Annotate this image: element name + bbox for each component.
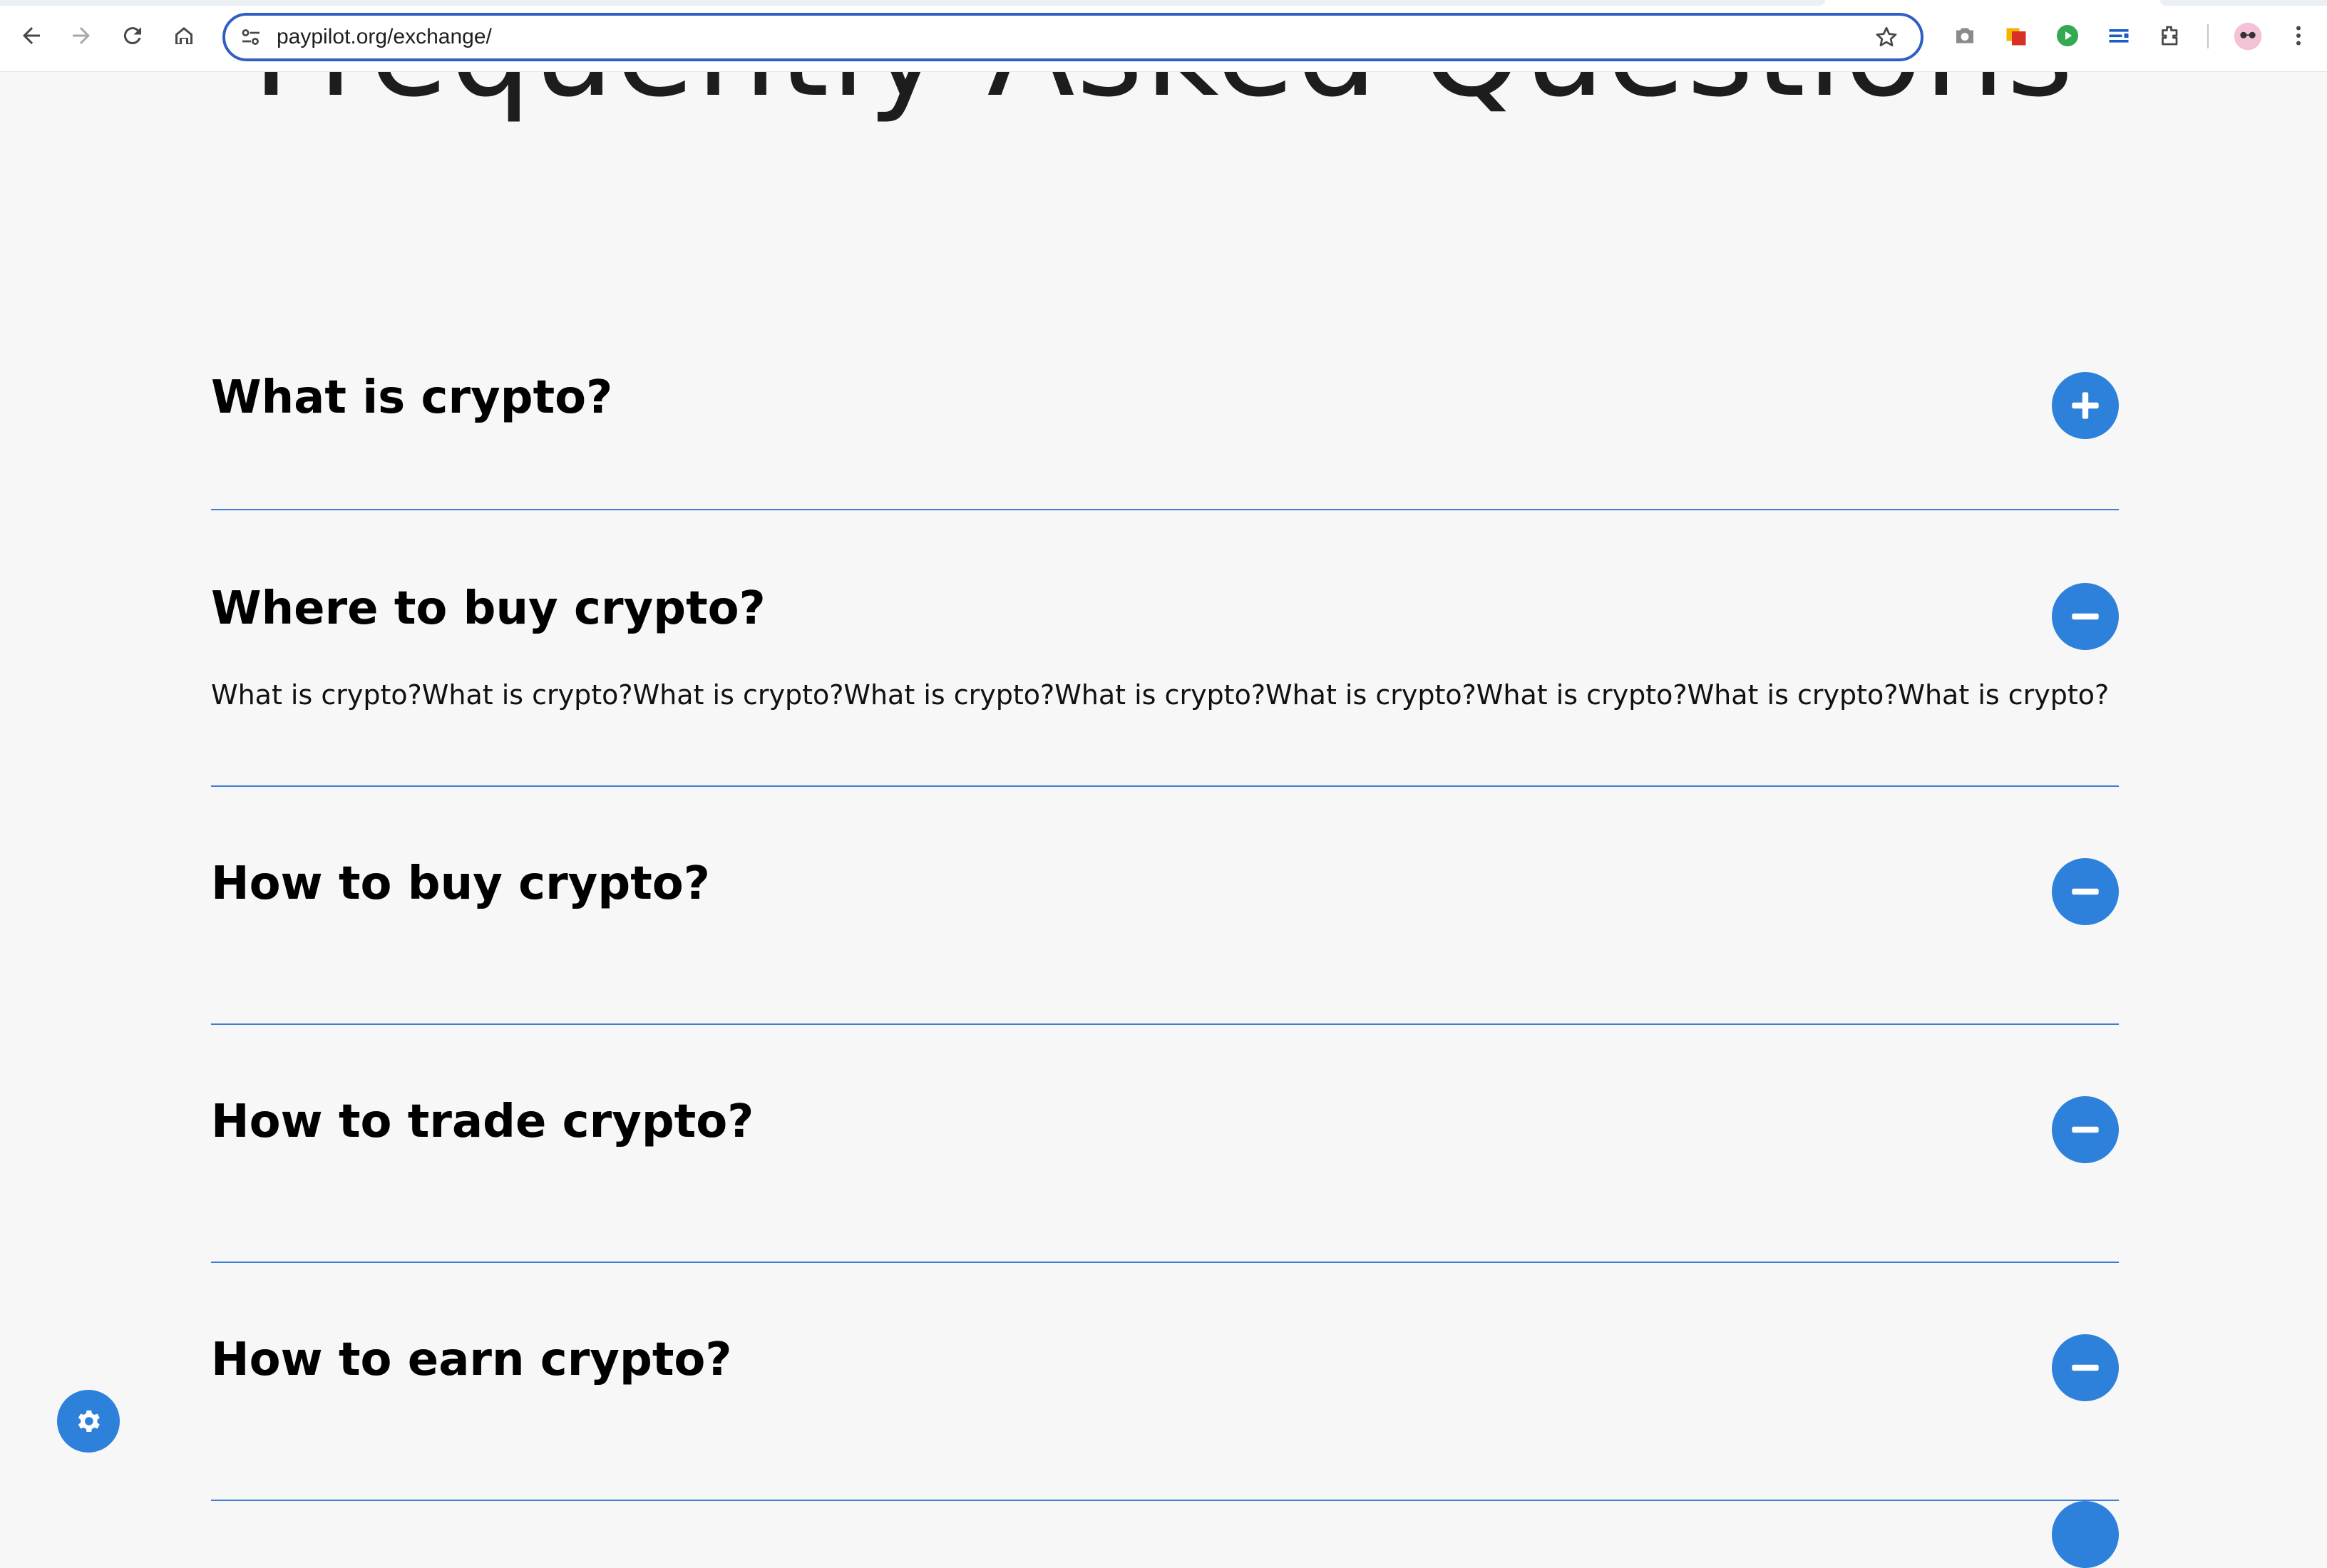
address-bar[interactable]: paypilot.org/exchange/ (222, 13, 1923, 61)
gear-icon (78, 1410, 100, 1432)
faq-item: What is crypto? (211, 301, 2119, 512)
avatar-icon[interactable] (2233, 21, 2263, 51)
tune-icon[interactable] (238, 24, 264, 50)
puzzle-icon[interactable] (2157, 23, 2183, 48)
reload-icon (123, 27, 141, 45)
collapse-button[interactable] (2052, 858, 2119, 925)
forward-button[interactable] (61, 16, 101, 56)
toolbar-divider (2207, 24, 2209, 48)
tabstrip-edge (0, 0, 1825, 6)
faq-item: Where to buy crypto? What is crypto?What… (211, 512, 2119, 787)
collapse-button[interactable] (2052, 583, 2119, 650)
minus-icon (2072, 888, 2099, 895)
browser-toolbar: paypilot.org/exchange/ (0, 0, 2327, 72)
collapse-button[interactable] (2052, 1096, 2119, 1163)
faq-question[interactable]: How to buy crypto? (211, 861, 710, 907)
home-icon (175, 27, 192, 44)
page-title: Frequently Asked Questions (0, 71, 2327, 115)
faq-divider (211, 1500, 2119, 1501)
url-text[interactable]: paypilot.org/exchange/ (277, 16, 492, 58)
faq-question[interactable]: What is crypto? (211, 375, 612, 421)
next-faq-toggle-button[interactable] (2052, 1501, 2119, 1568)
back-button[interactable] (11, 16, 51, 56)
arrow-left-icon (23, 27, 40, 44)
collapse-button[interactable] (2052, 1334, 2119, 1401)
faq-item: How to trade crypto? (211, 1025, 2119, 1263)
minus-icon (2072, 1126, 2099, 1133)
tabstrip-edge (2160, 0, 2327, 6)
faq-question[interactable]: Where to buy crypto? (211, 586, 766, 631)
faq-item: How to earn crypto? (211, 1263, 2119, 1501)
faq-question[interactable]: How to trade crypto? (211, 1099, 754, 1145)
star-icon[interactable] (1874, 24, 1899, 50)
color-squares-icon[interactable] (2003, 23, 2029, 48)
expand-button[interactable] (2052, 372, 2119, 439)
arrow-right-icon (73, 27, 90, 44)
plus-icon (2072, 392, 2099, 419)
minus-icon (2072, 613, 2099, 620)
faq-answer: What is crypto?What is crypto?What is cr… (211, 679, 2110, 711)
faq-question[interactable]: How to earn crypto? (211, 1337, 732, 1383)
faq-item: How to buy crypto? (211, 787, 2119, 1025)
settings-button[interactable] (57, 1390, 120, 1453)
play-circle-icon[interactable] (2055, 23, 2080, 48)
list-icon[interactable] (2106, 23, 2132, 48)
reload-button[interactable] (113, 16, 153, 56)
home-button[interactable] (164, 16, 204, 56)
page-content: Frequently Asked Questions What is crypt… (0, 71, 2327, 1510)
minus-icon (2072, 1364, 2099, 1371)
faq-divider (211, 509, 2119, 510)
camera-icon[interactable] (1952, 23, 1978, 48)
kebab-menu-icon[interactable] (2286, 23, 2311, 48)
